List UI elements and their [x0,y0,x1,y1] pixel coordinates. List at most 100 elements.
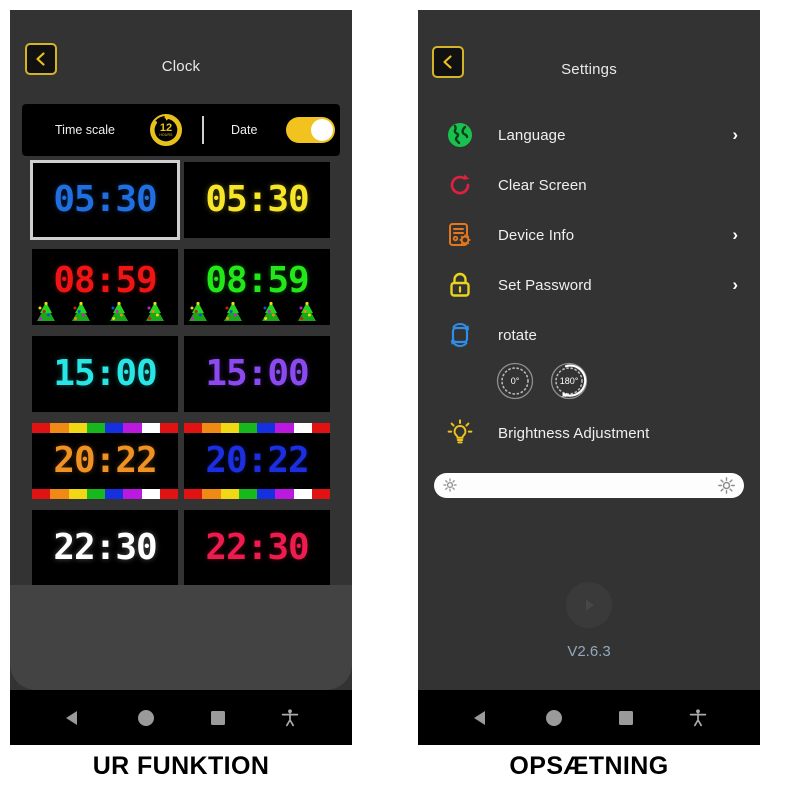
time-scale-label: Time scale [55,123,115,137]
thumb-border-stripe [184,489,330,499]
thumb-border-checker [32,510,178,520]
thumb-border-checker [32,402,178,412]
thumb-border-checker [184,228,330,238]
chevron-right-icon: › [732,275,738,294]
clock-thumbnail[interactable]: 05:30 [30,160,180,240]
thumb-border-checker [184,336,330,346]
caption-clock: UR FUNKTION [92,752,270,780]
settings-header: Settings [418,10,760,98]
options-divider [202,116,204,144]
christmas-trees-icon [189,301,316,321]
toggle-knob [311,119,333,141]
rotation-option-180[interactable]: 180° [550,362,588,400]
nav-recents-icon[interactable] [617,709,635,727]
page-title: Settings [561,61,617,78]
clock-time-text: 05:30 [205,179,309,220]
settings-label: Language [498,126,566,144]
nav-accessibility-icon[interactable] [280,708,300,728]
time-scale-badge[interactable]: 12 HOURS [150,113,182,146]
brightness-slider[interactable] [434,473,744,498]
badge-sublabel: HOURS [159,132,173,137]
rotate-icon [440,321,480,349]
page-title: Clock [161,58,201,75]
sun-large-icon [718,477,735,494]
thumb-border-checker [32,228,178,238]
clock-time-text: 05:30 [53,179,157,220]
thumb-border-checker [184,510,330,520]
nav-back-icon[interactable] [471,708,491,728]
settings-row-brightness[interactable]: Brightness Adjustment [418,408,760,458]
clock-options-bar: Time scale 12 HOURS Date [22,104,340,156]
christmas-trees-icon [37,301,164,321]
refresh-icon [440,171,480,199]
clock-thumbnail[interactable]: 20:22 [184,423,330,499]
rotation-label: 180° [559,376,579,386]
date-label: Date [231,123,258,137]
settings-row-device-info[interactable]: Device Info › [418,210,760,260]
badge-number: 12 [159,121,173,134]
thumb-border-stripe [32,489,178,499]
settings-row-language[interactable]: Language › [418,110,760,160]
clock-lower-pane [10,585,352,690]
screenshot-stage: Clock Time scale 12 HOURS Date 05:30 05:… [0,0,790,790]
thumb-border-checker [184,162,330,172]
nav-recents-icon[interactable] [209,709,227,727]
clock-thumbnail[interactable]: 22:30 [32,510,178,586]
thumb-border-checker [184,402,330,412]
settings-label: Brightness Adjustment [498,424,650,442]
nav-home-icon[interactable] [544,708,564,728]
clock-time-text: 22:30 [205,527,309,568]
settings-row-rotate[interactable]: rotate [418,310,760,360]
nav-back-icon[interactable] [63,708,83,728]
clock-thumbnail[interactable]: 22:30 [184,510,330,586]
rotation-options: 0° 180° [418,362,760,400]
settings-list: Language › Clear Screen Device Info › Se… [418,110,760,458]
thumb-border-stripe [184,423,330,433]
clock-thumbnail[interactable]: 05:30 [184,162,330,238]
device-info-icon [440,221,480,249]
date-toggle[interactable] [286,117,335,143]
settings-label: Set Password [498,276,592,294]
lock-icon [440,271,480,299]
clock-time-text: 15:00 [53,353,157,394]
settings-label: Clear Screen [498,176,587,194]
rotation-option-0[interactable]: 0° [496,362,534,400]
chevron-right-icon: › [732,125,738,144]
settings-screen: Settings Language › Clear Screen Device … [418,10,760,745]
clock-phone-frame: Clock Time scale 12 HOURS Date 05:30 05:… [10,10,352,745]
settings-phone-frame: Settings Language › Clear Screen Device … [418,10,760,745]
chevron-right-icon: › [732,225,738,244]
settings-row-set-password[interactable]: Set Password › [418,260,760,310]
clock-thumbnail[interactable]: 08:59 [32,249,178,325]
clock-thumbnail[interactable]: 15:00 [32,336,178,412]
nav-home-icon[interactable] [136,708,156,728]
thumb-border-checker [32,336,178,346]
caption-settings: OPSÆTNING [509,752,669,780]
clock-time-text: 08:59 [205,259,309,301]
version-label: V2.6.3 [567,643,611,660]
thumb-border-stripe [32,423,178,433]
globe-icon [440,121,480,149]
clock-screen: Clock Time scale 12 HOURS Date 05:30 05:… [10,10,352,745]
thumb-border-checker [32,162,178,172]
clock-time-text: 20:22 [205,440,309,481]
rotation-label: 0° [510,376,520,386]
clock-time-text: 20:22 [53,440,157,481]
settings-row-clear-screen[interactable]: Clear Screen [418,160,760,210]
lightbulb-icon [440,419,480,447]
clock-time-text: 15:00 [205,353,309,394]
clock-thumbnail[interactable]: 15:00 [184,336,330,412]
settings-label: rotate [498,326,537,344]
clock-thumbnail-grid: 05:30 05:30 08:59 08:59 15:00 15:00 20:22 20:22… [30,160,330,586]
android-navbar [418,690,760,745]
clock-thumbnail[interactable]: 08:59 [184,249,330,325]
clock-time-text: 08:59 [53,259,157,301]
settings-label: Device Info [498,226,575,244]
nav-accessibility-icon[interactable] [688,708,708,728]
clock-time-text: 22:30 [53,527,157,568]
sun-small-icon [443,478,457,492]
clock-header: Clock [10,10,352,98]
ghost-play-icon [566,582,612,628]
clock-thumbnail[interactable]: 20:22 [32,423,178,499]
android-navbar [10,690,352,745]
